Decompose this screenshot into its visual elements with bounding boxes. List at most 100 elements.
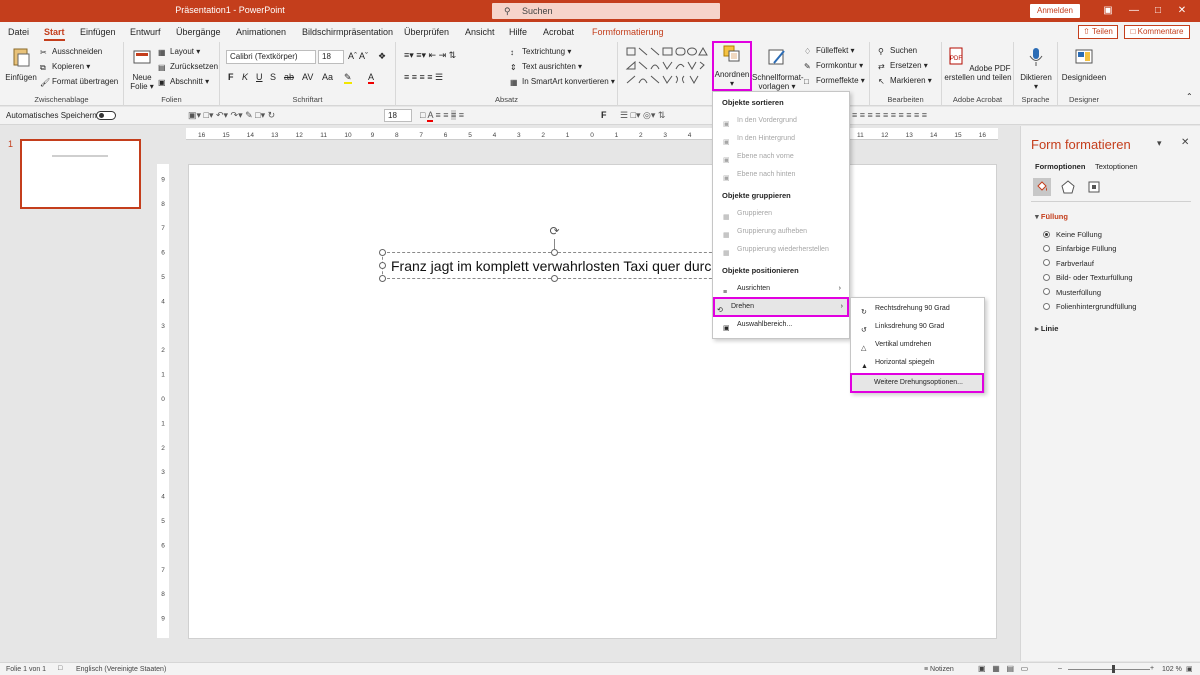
menu-item-ungroup[interactable]: ▦ Gruppierung aufheben — [721, 224, 845, 240]
search-box[interactable]: ⚲ Suchen — [492, 3, 720, 19]
signin-button[interactable]: Anmelden — [1030, 4, 1080, 18]
smartart-button[interactable]: ▦ In SmartArt konvertieren ▾ — [510, 77, 615, 88]
create-pdf-button[interactable]: PDF Adobe PDF erstellen und teilen — [944, 46, 1012, 82]
menu-item-rotate[interactable]: ⟲ Drehen › — [713, 297, 849, 317]
collapse-ribbon-icon[interactable]: ⌃ — [1186, 92, 1193, 101]
text-direction-button[interactable]: ↕ Textrichtung ▾ — [510, 47, 571, 58]
shape-fill-button[interactable]: ♢ Fülleffekt ▾ — [804, 46, 855, 57]
format-painter-button[interactable]: 🖌 Format übertragen — [40, 77, 118, 88]
resize-handle[interactable] — [551, 275, 558, 282]
reset-button[interactable]: ▤ Zurücksetzen — [158, 62, 218, 73]
font-name-combo[interactable]: Calibri (Textkörper) — [226, 50, 316, 64]
maximize-icon[interactable]: □ — [1148, 3, 1168, 19]
grow-font-icon[interactable]: Aˆ Aˇ — [348, 51, 368, 61]
layout-button[interactable]: ▦ Layout ▾ — [158, 47, 200, 58]
language-status[interactable]: Englisch (Vereinigte Staaten) — [76, 666, 166, 673]
size-properties-icon[interactable] — [1085, 178, 1103, 196]
spellcheck-icon[interactable]: □ — [58, 665, 62, 672]
tab-shape-options[interactable]: Formoptionen — [1035, 162, 1085, 171]
align-icons[interactable]: ≡ ≡ ≡ ≡ ☰ — [404, 72, 443, 83]
menu-item-rotate-right-90[interactable]: ↻ Rechtsdrehung 90 Grad — [859, 301, 980, 317]
tab-text-options[interactable]: Textoptionen — [1095, 162, 1138, 171]
find-button[interactable]: ⚲ Suchen — [878, 46, 917, 57]
paste-button[interactable]: Einfügen — [4, 46, 38, 82]
slide-thumbnail[interactable] — [20, 139, 141, 209]
section-button[interactable]: ▣ Abschnitt ▾ — [158, 77, 209, 88]
tab-acrobat[interactable]: Acrobat — [543, 27, 574, 37]
select-button[interactable]: ↖ Markieren ▾ — [878, 76, 932, 87]
cut-button[interactable]: ✂ Ausschneiden — [40, 47, 102, 58]
comments-button[interactable]: □ Kommentare — [1124, 25, 1190, 39]
menu-item-more-rotation[interactable]: Weitere Drehungsoptionen... — [850, 373, 984, 393]
view-buttons[interactable]: ▣ ▦ ▤ ▭ — [978, 664, 1028, 673]
radio-no-fill[interactable] — [1043, 231, 1050, 238]
pane-close-icon[interactable]: ✕ — [1181, 137, 1189, 148]
tab-bildschirmpraesentation[interactable]: Bildschirmpräsentation — [302, 27, 393, 37]
fill-section-header[interactable]: ▾ Füllung — [1035, 212, 1068, 221]
resize-handle[interactable] — [379, 275, 386, 282]
shape-effects-button[interactable]: □ Formeffekte ▾ — [804, 76, 865, 87]
qat-tools-icon[interactable]: ▣▾ □▾ ↶▾ ↷▾ ✎ □▾ ↻ — [188, 110, 275, 121]
tab-einfuegen[interactable]: Einfügen — [80, 27, 116, 37]
radio-gradient-fill[interactable] — [1043, 259, 1050, 266]
zoom-out-icon[interactable]: – — [1058, 665, 1062, 672]
design-ideas-button[interactable]: Designideen — [1060, 46, 1108, 82]
strikethrough-icon[interactable]: ab — [284, 72, 294, 82]
zoom-slider-thumb[interactable] — [1112, 665, 1115, 673]
qat-format-icons[interactable]: □ A ≡ ≡ ≡ ≡ — [420, 110, 464, 122]
tab-formformatierung[interactable]: Formformatierung — [592, 27, 664, 37]
align-text-button[interactable]: ⇕ Text ausrichten ▾ — [510, 62, 582, 73]
notes-button[interactable]: ≡ Notizen — [924, 666, 954, 673]
font-color-icon[interactable]: A — [368, 72, 375, 84]
quick-styles-button[interactable]: Schnellformat- vorlagen ▾ — [752, 46, 804, 91]
radio-picture-fill[interactable] — [1043, 274, 1050, 281]
autosave-toggle[interactable] — [96, 111, 116, 120]
qat-font-size[interactable]: 18 — [384, 109, 412, 122]
tab-ansicht[interactable]: Ansicht — [465, 27, 495, 37]
slide-canvas[interactable] — [188, 164, 997, 639]
qat-right-icons[interactable]: ≡ ≡ ≡ ≡ ≡ ≡ ≡ ≡ ≡ ≡ — [852, 110, 927, 120]
radio-solid-fill[interactable] — [1043, 245, 1050, 252]
radio-background-fill[interactable] — [1043, 303, 1050, 310]
replace-button[interactable]: ⇄ Ersetzen ▾ — [878, 61, 928, 72]
shape-outline-button[interactable]: ✎ Formkontur ▾ — [804, 61, 863, 72]
menu-item-regroup[interactable]: ▦ Gruppierung wiederherstellen — [721, 242, 845, 258]
menu-item-flip-horizontal[interactable]: ▲ Horizontal spiegeln — [859, 355, 980, 371]
fit-slide-icon[interactable]: ▣ — [1186, 665, 1193, 673]
resize-handle[interactable] — [551, 249, 558, 256]
tab-hilfe[interactable]: Hilfe — [509, 27, 527, 37]
tab-start[interactable]: Start — [44, 27, 65, 41]
tab-entwurf[interactable]: Entwurf — [130, 27, 161, 37]
menu-item-flip-vertical[interactable]: △ Vertikal umdrehen — [859, 337, 980, 353]
ribbon-display-icon[interactable]: ▣ — [1098, 3, 1118, 19]
pane-options-icon[interactable]: ▾ — [1157, 138, 1162, 149]
arrange-button[interactable]: Anordnen ▾ — [712, 41, 752, 91]
shapes-gallery[interactable] — [624, 45, 710, 87]
menu-item-bring-forward[interactable]: ▣ Ebene nach vorne — [721, 149, 845, 165]
zoom-level[interactable]: 102 % — [1162, 666, 1182, 673]
tab-animationen[interactable]: Animationen — [236, 27, 286, 37]
resize-handle[interactable] — [379, 262, 386, 269]
textbox-text[interactable]: Franz jagt im komplett verwahrlosten Tax… — [391, 258, 719, 274]
copy-button[interactable]: ⧉ Kopieren ▾ — [40, 62, 90, 73]
underline-button[interactable]: U — [256, 72, 263, 82]
radio-pattern-fill[interactable] — [1043, 288, 1050, 295]
menu-item-selection-pane[interactable]: ▣ Auswahlbereich... — [721, 317, 845, 333]
menu-item-send-backward[interactable]: ▣ Ebene nach hinten — [721, 167, 845, 183]
menu-item-bring-front[interactable]: ▣ In den Vordergrund — [721, 113, 845, 129]
zoom-slider[interactable] — [1068, 669, 1150, 670]
case-icon[interactable]: Aa — [322, 72, 333, 82]
resize-handle[interactable] — [379, 249, 386, 256]
tab-uebergaenge[interactable]: Übergänge — [176, 27, 221, 37]
italic-button[interactable]: K — [242, 72, 248, 82]
highlight-icon[interactable]: ✎ — [344, 72, 352, 84]
tab-datei[interactable]: Datei — [8, 27, 29, 37]
fill-line-icon[interactable] — [1033, 178, 1051, 196]
effects-pentagon-icon[interactable] — [1059, 178, 1077, 196]
menu-item-align[interactable]: ≡ Ausrichten › — [721, 281, 845, 297]
menu-item-rotate-left-90[interactable]: ↺ Linksdrehung 90 Grad — [859, 319, 980, 335]
zoom-in-icon[interactable]: + — [1150, 665, 1154, 672]
menu-item-send-back[interactable]: ▣ In den Hintergrund — [721, 131, 845, 147]
font-size-combo[interactable]: 18 — [318, 50, 344, 64]
qat-more-icons[interactable]: ☰ □▾ ◎▾ ⇅ — [620, 110, 665, 121]
